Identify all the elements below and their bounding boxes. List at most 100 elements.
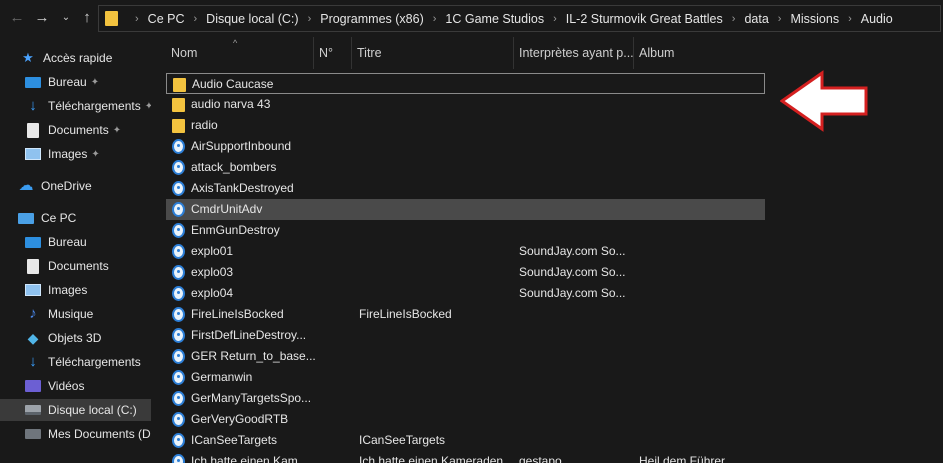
file-row[interactable]: attack_bombers [166, 157, 765, 178]
breadcrumb-item[interactable]: Ce PC [148, 12, 185, 26]
audio-file-icon [172, 202, 185, 217]
sidebar-item-label: Disque local (C:) [48, 403, 137, 417]
file-album [639, 283, 759, 304]
audio-file-icon [172, 391, 185, 406]
breadcrumb-separator-icon[interactable]: › [308, 13, 312, 25]
audio-file-icon [172, 307, 185, 322]
sidebar-item[interactable]: Images ✦ [25, 143, 151, 165]
file-album [639, 220, 759, 241]
file-row[interactable]: explo04 SoundJay.com So... [166, 283, 765, 304]
up-button[interactable]: ↑ [77, 8, 97, 28]
breadcrumb-item[interactable]: data [744, 12, 768, 26]
file-row[interactable]: EnmGunDestroy [166, 220, 765, 241]
sidebar-item[interactable]: ◆ Objets 3D [25, 327, 151, 349]
file-row[interactable]: ICanSeeTargets ICanSeeTargets [166, 430, 765, 451]
pin-icon: ✦ [112, 124, 122, 136]
breadcrumb-separator-icon[interactable]: › [135, 13, 139, 25]
file-name: audio narva 43 [191, 97, 271, 111]
breadcrumb-separator-icon[interactable]: › [433, 13, 437, 25]
sort-ascending-icon: ^ [233, 38, 238, 48]
file-row[interactable]: AxisTankDestroyed [166, 178, 765, 199]
file-row[interactable]: FireLineIsBocked FireLineIsBocked [166, 304, 765, 325]
sidebar-item-label: Accès rapide [43, 51, 113, 65]
breadcrumb-item[interactable]: IL-2 Sturmovik Great Battles [566, 12, 723, 26]
breadcrumb-separator-icon[interactable]: › [778, 13, 782, 25]
desktop-icon [25, 236, 41, 248]
file-row[interactable]: GER Return_to_base... [166, 346, 765, 367]
breadcrumb-item[interactable]: Disque local (C:) [206, 12, 298, 26]
sidebar-item[interactable]: Disque local (C:) [0, 399, 151, 421]
breadcrumb-separator-icon[interactable]: › [194, 13, 198, 25]
file-title [359, 220, 519, 241]
folder-icon [173, 78, 186, 92]
navigation-bar: ← → ⌄ ↑ › Ce PC › Disque local (C:) › Program… [0, 0, 943, 37]
file-row[interactable]: FirstDefLineDestroy... [166, 325, 765, 346]
file-row[interactable]: Audio Caucase [166, 73, 765, 94]
breadcrumb-separator-icon[interactable]: › [553, 13, 557, 25]
column-header-album[interactable]: Album [634, 37, 943, 69]
sidebar-item[interactable]: Bureau [25, 231, 151, 253]
file-row[interactable]: audio narva 43 [166, 94, 765, 115]
file-row[interactable]: GerVeryGoodRTB [166, 409, 765, 430]
column-header-artists[interactable]: Interprètes ayant p... [514, 37, 634, 69]
sidebar-item[interactable]: ↓ Téléchargements [25, 351, 151, 373]
audio-file-icon [172, 286, 185, 301]
music-icon: ♪ [29, 305, 37, 322]
file-artists [519, 178, 637, 199]
chevron-down-icon: ⌄ [61, 12, 71, 23]
column-header-number[interactable]: N° [314, 37, 352, 69]
sidebar-item[interactable]: Ce PC [18, 207, 151, 229]
column-header-title[interactable]: Titre [352, 37, 514, 69]
file-album [639, 430, 759, 451]
file-row[interactable]: Germanwin [166, 367, 765, 388]
address-bar[interactable]: › Ce PC › Disque local (C:) › Programmes (x86… [98, 5, 941, 32]
back-button[interactable]: ← [7, 8, 27, 28]
recent-locations-button[interactable]: ⌄ [56, 8, 76, 28]
sidebar-item[interactable]: Vidéos [25, 375, 151, 397]
file-row[interactable]: AirSupportInbound [166, 136, 765, 157]
column-header-name[interactable]: Nom [166, 37, 314, 69]
file-album [639, 199, 759, 220]
breadcrumb-separator-icon[interactable]: › [848, 13, 852, 25]
breadcrumb-item[interactable]: Audio [861, 12, 893, 26]
sidebar-item[interactable]: ↓ Téléchargements ✦ [25, 95, 151, 117]
audio-file-icon [172, 244, 185, 259]
sidebar-item[interactable]: Mes Documents (D: [25, 423, 151, 445]
sidebar-item[interactable]: Documents ✦ [25, 119, 151, 141]
file-row[interactable]: Ich hatte einen Kam... Ich hatte einen Ka… [166, 451, 765, 463]
audio-file-icon [172, 328, 185, 343]
forward-button[interactable]: → [32, 8, 52, 28]
breadcrumb-item[interactable]: Programmes (x86) [320, 12, 424, 26]
images-icon [25, 284, 41, 296]
file-album [639, 157, 759, 178]
sidebar-item[interactable]: ☁ OneDrive [18, 175, 151, 197]
file-artists [519, 325, 637, 346]
file-name: Audio Caucase [192, 77, 274, 91]
sidebar-item[interactable]: Documents [25, 255, 151, 277]
breadcrumb-separator-icon[interactable]: › [732, 13, 736, 25]
sidebar-item-label: Objets 3D [48, 331, 102, 345]
file-name: AxisTankDestroyed [191, 181, 294, 195]
file-artists [519, 304, 637, 325]
breadcrumb-item[interactable]: 1C Game Studios [445, 12, 544, 26]
file-row[interactable]: explo03 SoundJay.com So... [166, 262, 765, 283]
desktop-icon [25, 76, 41, 88]
file-album [639, 388, 759, 409]
column-header-album-label: Album [639, 46, 675, 60]
file-row[interactable]: GerManyTargetsSpo... [166, 388, 765, 409]
file-title [359, 367, 519, 388]
sidebar-item[interactable]: Images [25, 279, 151, 301]
sidebar-item[interactable]: Bureau ✦ [25, 71, 151, 93]
file-artists [519, 430, 637, 451]
breadcrumb-item[interactable]: Missions [790, 12, 839, 26]
sidebar-item[interactable]: ★ Accès rapide [20, 47, 151, 69]
file-row[interactable]: radio [166, 115, 765, 136]
folder-icon [172, 98, 185, 112]
file-row[interactable]: CmdrUnitAdv [166, 199, 765, 220]
sidebar-item[interactable]: ♪ Musique [25, 303, 151, 325]
file-title [359, 283, 519, 304]
file-artists [520, 74, 638, 95]
file-name: AirSupportInbound [191, 139, 292, 153]
file-album [639, 94, 759, 115]
file-row[interactable]: explo01 SoundJay.com So... [166, 241, 765, 262]
